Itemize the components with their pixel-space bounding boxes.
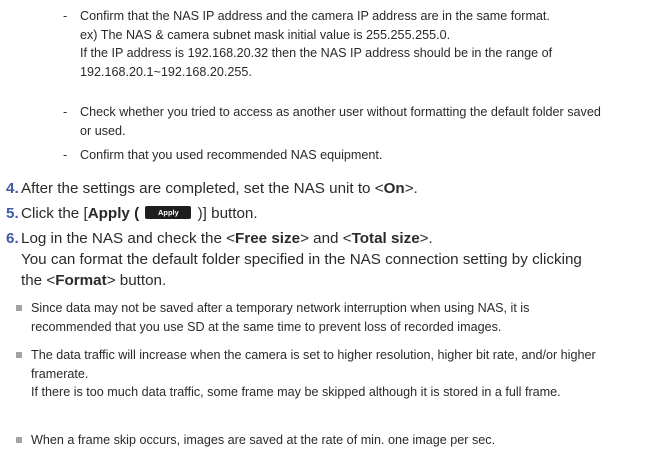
text-line: Check whether you tried to access as ano… [80, 105, 601, 119]
text-line: If the IP address is 192.168.20.32 then … [80, 46, 553, 60]
dash-bullet: - [63, 9, 68, 23]
text-line: Confirm that you used recommended NAS eq… [80, 148, 383, 162]
apply-button-image: Apply [145, 206, 192, 220]
note-item: When a frame skip occurs, images are sav… [14, 431, 668, 450]
nas-ip-check-item: - Confirm that the NAS IP address and th… [63, 7, 663, 81]
on-option: On [383, 180, 405, 197]
text-line: ex) The NAS & camera subnet mask initial… [80, 27, 451, 42]
user-access-check-item: - Check whether you tried to access as a… [63, 103, 663, 140]
text-line: Confirm that the NAS IP address and the … [80, 9, 550, 23]
step-6: 6. Log in the NAS and check the <Free si… [6, 230, 582, 289]
equipment-check-item: - Confirm that you used recommended NAS … [63, 146, 663, 165]
square-bullet-icon [16, 352, 22, 358]
format-button-label: Format [55, 272, 107, 289]
manual-page: - Confirm that the NAS IP address and th… [0, 0, 670, 459]
text-line: 192.168.20.1~192.168.20.255. [80, 64, 252, 79]
dash-bullet: - [63, 105, 68, 119]
dash-bullet: - [63, 148, 68, 162]
text-line: or used. [80, 123, 126, 138]
step-number: 6. [6, 230, 19, 247]
total-size-label: Total size [351, 230, 420, 247]
square-bullet-icon [16, 437, 22, 443]
free-size-label: Free size [235, 230, 301, 247]
step-number: 4. [6, 180, 19, 197]
square-bullet-icon [16, 305, 22, 311]
step-number: 5. [6, 205, 19, 222]
step-4: 4. After the settings are completed, set… [6, 180, 418, 197]
step-5: 5. Click the [Apply ( Apply )] button. [6, 205, 258, 222]
note-item: The data traffic will increase when the … [14, 346, 668, 402]
note-item: Since data may not be saved after a temp… [14, 299, 668, 336]
